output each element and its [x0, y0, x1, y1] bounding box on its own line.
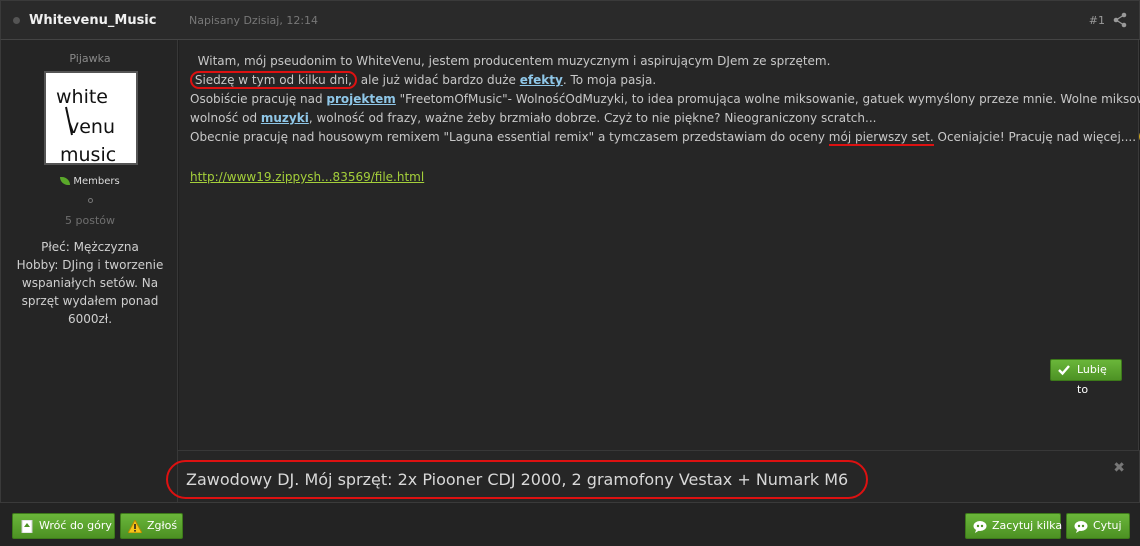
- signature-left-gutter: [0, 450, 178, 502]
- author-panel: Pijawka white venu music Members 5 postó…: [0, 40, 178, 450]
- reputation-dot-icon: [88, 198, 93, 203]
- post-line-2: Siedzę w tym od kilku dni, ale już widać…: [189, 71, 1120, 90]
- warning-icon: [128, 520, 142, 533]
- report-button[interactable]: Zgłoś: [120, 513, 183, 539]
- post-line-1: Witam, mój pseudonim to WhiteVenu, jeste…: [197, 54, 831, 68]
- post-footer: Wróć do góry Zgłoś Zacytuj kilka Cytuj: [0, 502, 1140, 546]
- back-to-top-label: Wróć do góry: [39, 519, 112, 532]
- multi-quote-button[interactable]: Zacytuj kilka: [965, 513, 1063, 539]
- hide-signature-icon[interactable]: ✖: [1113, 460, 1125, 476]
- author-name-link[interactable]: Whitevenu_Music: [29, 13, 156, 28]
- offline-status-icon: [13, 17, 20, 24]
- post-count: 5 postów: [65, 214, 115, 227]
- group-leaf-icon: [60, 177, 71, 185]
- avatar-image: white venu music: [56, 86, 116, 163]
- multi-quote-icon: [973, 521, 987, 533]
- avatar-text-3: music: [60, 144, 116, 163]
- back-to-top-button[interactable]: Wróć do góry: [12, 513, 115, 539]
- member-group: Members: [1, 176, 179, 187]
- zippyshare-link[interactable]: http://www19.zippysh...83569/file.html: [190, 170, 424, 184]
- like-button[interactable]: Lubię to: [1050, 359, 1122, 396]
- field-hobby: Hobby: DJing i tworzenie wspaniałych set…: [16, 258, 164, 326]
- custom-profile-fields: Płeć: Mężczyzna Hobby: DJing i tworzenie…: [15, 238, 165, 328]
- member-rank: Pijawka: [69, 52, 111, 65]
- post-line-5: Obecnie pracuję nad housowym remixem "La…: [190, 128, 1140, 147]
- post-line-4: wolność od muzyki, wolność od frazy, waż…: [190, 111, 877, 125]
- share-icon[interactable]: [1113, 12, 1127, 28]
- avatar-text-2: venu: [68, 116, 115, 138]
- signature: Zawodowy DJ. Mój sprzęt: 2x Piooner CDJ …: [166, 450, 1140, 502]
- report-label: Zgłoś: [147, 519, 178, 532]
- post-date: Napisany Dzisiaj, 12:14: [189, 14, 319, 27]
- quote-bubble-icon: [1074, 521, 1088, 533]
- group-name: Members: [73, 176, 120, 187]
- post-number-link[interactable]: #1: [1089, 14, 1105, 27]
- projektem-link[interactable]: projektem: [326, 92, 395, 106]
- like-button-label: Lubię to: [1077, 363, 1107, 396]
- field-gender: Płeć: Mężczyzna: [41, 240, 139, 254]
- post-body: Witam, mój pseudonim to WhiteVenu, jeste…: [179, 40, 1140, 450]
- checkmark-icon: [1058, 365, 1070, 376]
- muzyki-link[interactable]: muzyki: [261, 111, 309, 125]
- post-header: Whitevenu_Music Napisany Dzisiaj, 12:14 …: [0, 0, 1140, 40]
- post-content: Witam, mój pseudonim to WhiteVenu, jeste…: [189, 52, 1140, 147]
- multi-quote-label: Zacytuj kilka: [992, 519, 1063, 532]
- avatar[interactable]: white venu music: [44, 71, 138, 165]
- post-line-3: Osobiście pracuję nad projektem "Freetom…: [190, 92, 1140, 106]
- red-underline-annotation: mój pierwszy set.: [828, 130, 934, 146]
- quote-button[interactable]: Cytuj: [1066, 513, 1130, 539]
- efekty-link[interactable]: efekty: [520, 73, 563, 87]
- red-circle-annotation: Siedzę w tym od kilku dni,: [189, 71, 357, 89]
- signature-text: Zawodowy DJ. Mój sprzęt: 2x Piooner CDJ …: [166, 460, 869, 499]
- page-up-icon: [21, 520, 33, 533]
- quote-label: Cytuj: [1093, 519, 1122, 532]
- avatar-text-1: white: [56, 86, 108, 108]
